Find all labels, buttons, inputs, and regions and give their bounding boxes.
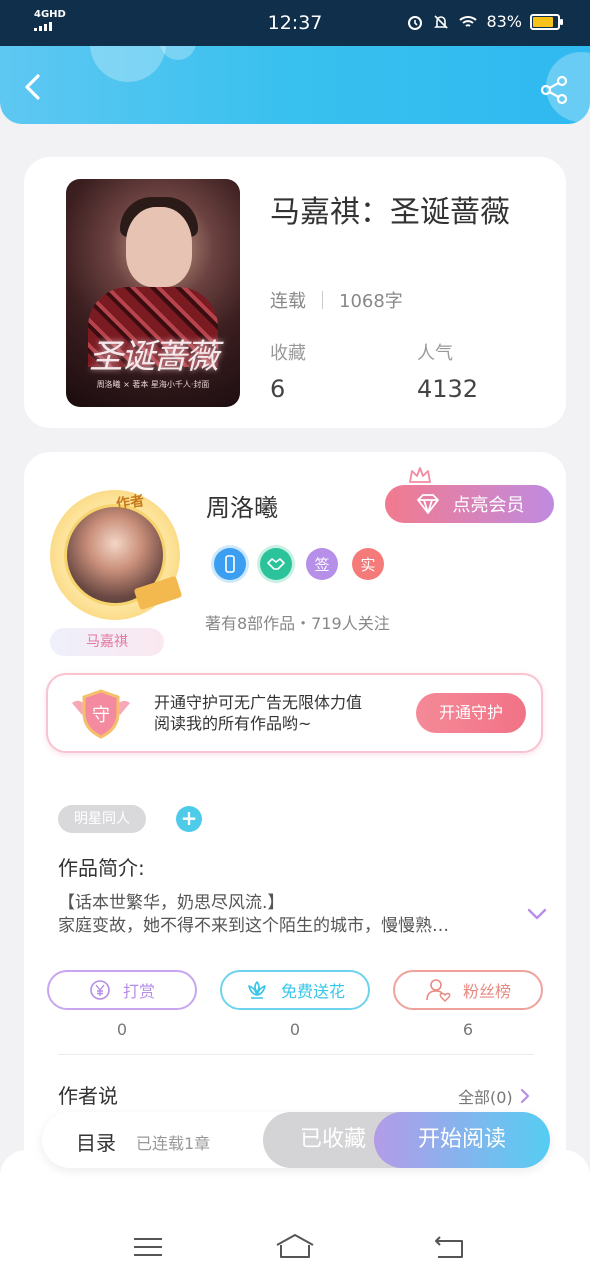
- wifi-icon: [459, 15, 478, 27]
- popularity-value: 4132: [417, 375, 479, 403]
- book-meta: 连载 1068字: [270, 287, 403, 313]
- status-icons: 83%: [406, 12, 563, 31]
- writer-badge: 作者: [115, 493, 146, 513]
- tip-button[interactable]: 打赏: [47, 970, 197, 1010]
- crown-icon: [409, 467, 431, 483]
- flower-count: 0: [289, 1020, 301, 1039]
- send-flower-label: 免费送花: [280, 982, 345, 1001]
- return-icon[interactable]: [430, 1232, 470, 1262]
- guard-promo: 守 开通守护可无广告无限体力值 阅读我的所有作品哟~ 开通守护: [46, 673, 543, 753]
- send-flower-button[interactable]: 免费送花: [220, 970, 370, 1010]
- start-reading-button[interactable]: 开始阅读: [374, 1112, 550, 1168]
- yen-icon: [90, 980, 110, 1000]
- works-and-followers: 著有8部作品・719人关注: [205, 614, 390, 633]
- add-tag-button[interactable]: +: [176, 806, 202, 832]
- fan-rank-button[interactable]: 粉丝榜: [393, 970, 543, 1010]
- phone-glyph: [225, 555, 235, 573]
- fan-rank-label: 粉丝榜: [462, 982, 511, 1001]
- cover-title: 圣诞蔷薇: [89, 337, 219, 377]
- all-link-label: 全部(0): [458, 1088, 513, 1107]
- chapter-count[interactable]: 已连载1章: [136, 1130, 210, 1154]
- intro-line1: 【话本世繁华，奶思尽风流.】: [58, 893, 285, 913]
- menu-icon[interactable]: [128, 1232, 168, 1262]
- toc-button[interactable]: 目录: [76, 1127, 116, 1156]
- intro-text: 【话本世繁华，奶思尽风流.】 家庭变故，她不得不来到这个陌生的城市，慢慢熟…: [58, 892, 506, 938]
- diamond-icon: [416, 494, 439, 514]
- favorites-stat: 收藏 6: [270, 339, 306, 403]
- book-title: 马嘉祺：圣诞蔷薇: [270, 195, 510, 230]
- book-info-card: 圣诞蔷薇 周洛曦 × 著本 星海小千人·封面 马嘉祺：圣诞蔷薇 连载 1068字…: [24, 157, 566, 428]
- share-icon[interactable]: [538, 74, 570, 106]
- category-tag[interactable]: 明星同人: [58, 805, 146, 833]
- author-avatar-frame[interactable]: 作者: [50, 490, 183, 620]
- cover-subtitle: 周洛曦 × 著本 星海小千人·封面: [96, 380, 210, 389]
- status-bar: 4GHD 12:37 83%: [0, 0, 590, 46]
- open-guard-button[interactable]: 开通守护: [416, 693, 526, 733]
- top-header: [0, 46, 590, 124]
- divider: [322, 291, 323, 309]
- shield-icon: 守: [72, 689, 130, 739]
- sign-icon[interactable]: 签: [306, 548, 338, 580]
- author-badges: 签 实: [214, 548, 384, 580]
- vip-button[interactable]: 点亮会员: [385, 485, 554, 523]
- author-says-title: 作者说: [58, 1084, 118, 1108]
- back-icon[interactable]: [18, 70, 48, 104]
- chevron-right-icon: [520, 1088, 529, 1104]
- reading-action-bar: 目录 已连载1章 已收藏 开始阅读: [42, 1112, 550, 1168]
- phone-icon[interactable]: [214, 548, 246, 580]
- alarm-icon: [408, 15, 423, 30]
- popularity-stat: 人气 4132: [417, 339, 478, 403]
- vip-button-label: 点亮会员: [452, 495, 525, 516]
- word-count: 1068字: [339, 291, 403, 312]
- decor-bubble: [90, 46, 166, 82]
- intro-label: 作品简介:: [58, 856, 145, 880]
- avatar-name-tag: 马嘉祺: [50, 628, 164, 656]
- home-icon[interactable]: [275, 1232, 315, 1262]
- popularity-label: 人气: [417, 343, 453, 364]
- author-card: 作者 马嘉祺 周洛曦 点亮会员 签 实 著有8部作品・719人关注 守 开通守护…: [24, 452, 566, 1172]
- handshake-icon[interactable]: [260, 548, 292, 580]
- favorites-value: 6: [270, 375, 286, 403]
- flower-icon: [248, 981, 266, 999]
- battery-percent: 83%: [486, 12, 522, 31]
- book-cover[interactable]: 圣诞蔷薇 周洛曦 × 著本 星海小千人·封面: [66, 179, 240, 407]
- author-name[interactable]: 周洛曦: [206, 488, 278, 523]
- decor-bubble: [160, 46, 196, 60]
- guard-text-line1: 开通守护可无广告无限体力值: [154, 693, 363, 712]
- mute-icon: [434, 14, 449, 29]
- guard-description: 开通守护可无广告无限体力值 阅读我的所有作品哟~: [154, 692, 404, 734]
- author-says-all-link[interactable]: 全部(0): [458, 1084, 531, 1108]
- system-nav-bar: [0, 1218, 590, 1280]
- handshake-glyph: [267, 558, 285, 570]
- serial-status: 连载: [270, 291, 306, 312]
- shield-label: 守: [92, 705, 110, 726]
- divider: [58, 1054, 534, 1055]
- tip-count: 0: [116, 1020, 128, 1039]
- real-name-icon[interactable]: 实: [352, 548, 384, 580]
- cover-face: [126, 207, 192, 287]
- fan-icon: [426, 979, 451, 1002]
- chevron-down-icon[interactable]: [526, 906, 548, 922]
- guard-text-line2: 阅读我的所有作品哟~: [154, 714, 312, 733]
- fan-count: 6: [462, 1020, 474, 1039]
- tip-label: 打赏: [122, 982, 155, 1001]
- intro-line2: 家庭变故，她不得不来到这个陌生的城市，慢慢熟…: [58, 916, 449, 936]
- favorites-label: 收藏: [270, 343, 306, 364]
- battery-icon: [530, 13, 563, 30]
